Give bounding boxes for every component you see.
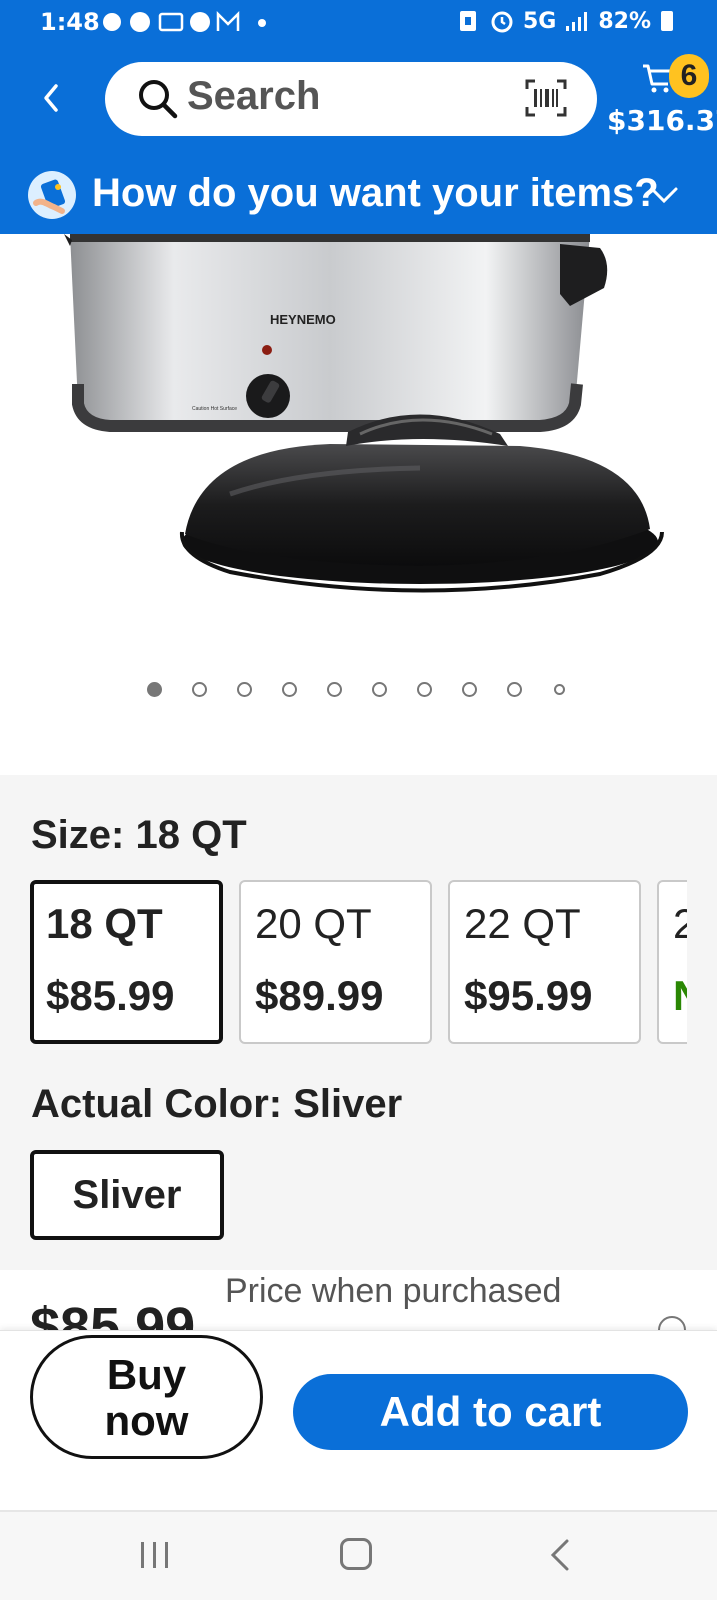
add-to-cart-button[interactable]: Add to cart [293,1374,688,1450]
recent-apps-icon[interactable] [138,1540,172,1570]
chevron-left-icon [44,84,58,112]
search-input[interactable]: Search [187,74,320,119]
svg-text:HEYNEMO: HEYNEMO [270,312,336,327]
carousel-dot-active[interactable] [147,682,162,697]
status-time: 1:48 [40,8,100,36]
back-button[interactable] [34,78,70,118]
notification-icons [102,9,272,41]
size-label: Size: 18 QT [31,813,247,857]
fulfillment-selector[interactable]: How do you want your items? [0,163,717,234]
size-option-20qt[interactable]: 20 QT $89.99 [239,880,432,1044]
search-bar[interactable]: Search [105,62,597,136]
size-options: 18 QT $85.99 20 QT $89.99 22 QT $95.99 2… [30,880,687,1048]
status-bar: 1:48 5G 82% [0,0,717,46]
fulfillment-prompt: How do you want your items? [92,171,659,215]
size-option-qt: 22 QT [464,900,581,947]
variant-selector: Size: 18 QT 18 QT $85.99 20 QT $89.99 22… [0,775,717,1270]
buy-now-label-line1: Buy [106,1351,187,1398]
product-roaster-illustration: HEYNEMO Caution Hot Surface [64,234,664,593]
size-option-qt: 20 QT [255,900,372,947]
network-label: 5G [522,8,557,34]
carousel-dot[interactable] [372,682,387,697]
price-row: $85.99 Price when purchased [0,1270,717,1330]
size-option-qt: 18 QT [46,900,163,947]
carousel-dot[interactable] [192,682,207,697]
carousel-dot[interactable] [237,682,252,697]
carousel-dot[interactable] [462,682,477,697]
sim-icon [459,11,476,31]
battery-percent: 82% [598,8,651,34]
carousel-dot[interactable] [327,682,342,697]
chevron-down-icon [650,187,678,204]
carousel-dot[interactable] [417,682,432,697]
fulfillment-icon [28,171,76,219]
size-option-price: $85.99 [46,972,175,1019]
buy-now-button[interactable]: Buy now [30,1335,263,1459]
cart-count-badge: 6 [669,54,709,98]
battery-icon [661,11,673,31]
alarm-icon [491,11,513,33]
svg-text:Caution Hot Surface: Caution Hot Surface [192,406,237,412]
search-icon [139,80,178,119]
system-navigation-bar [0,1510,717,1600]
barcode-scan-icon[interactable] [525,79,567,117]
home-icon[interactable] [340,1538,372,1570]
size-option-partial[interactable]: 2 N [657,880,687,1044]
carousel-dot[interactable] [282,682,297,697]
current-price: $85.99 [30,1297,196,1330]
size-option-qt: 2 [673,900,687,947]
carousel-dot[interactable] [507,682,522,697]
cart-button[interactable]: 6 $316.37 [605,54,717,144]
status-right-group: 5G 82% [457,8,673,34]
buy-now-label-line2: now [104,1397,189,1444]
info-icon[interactable] [658,1316,686,1330]
back-nav-icon[interactable] [548,1538,572,1572]
purchase-action-bar: Buy now Add to cart [0,1330,717,1510]
signal-icon [566,12,588,31]
color-label: Actual Color: Sliver [31,1082,403,1126]
size-option-22qt[interactable]: 22 QT $95.99 [448,880,641,1044]
cart-total: $316.37 [607,104,717,137]
size-option-price: N [673,972,687,1020]
image-carousel-indicator[interactable] [0,682,717,702]
size-option-price: $89.99 [255,972,384,1019]
color-option-sliver[interactable]: Sliver [30,1150,224,1240]
price-note: Price when purchased [225,1272,562,1310]
size-option-price: $95.99 [464,972,593,1019]
notification-icons-svg [103,10,266,32]
size-option-18qt[interactable]: 18 QT $85.99 [30,880,223,1044]
carousel-dot[interactable] [554,684,565,695]
product-image[interactable]: HEYNEMO Caution Hot Surface [0,234,717,654]
